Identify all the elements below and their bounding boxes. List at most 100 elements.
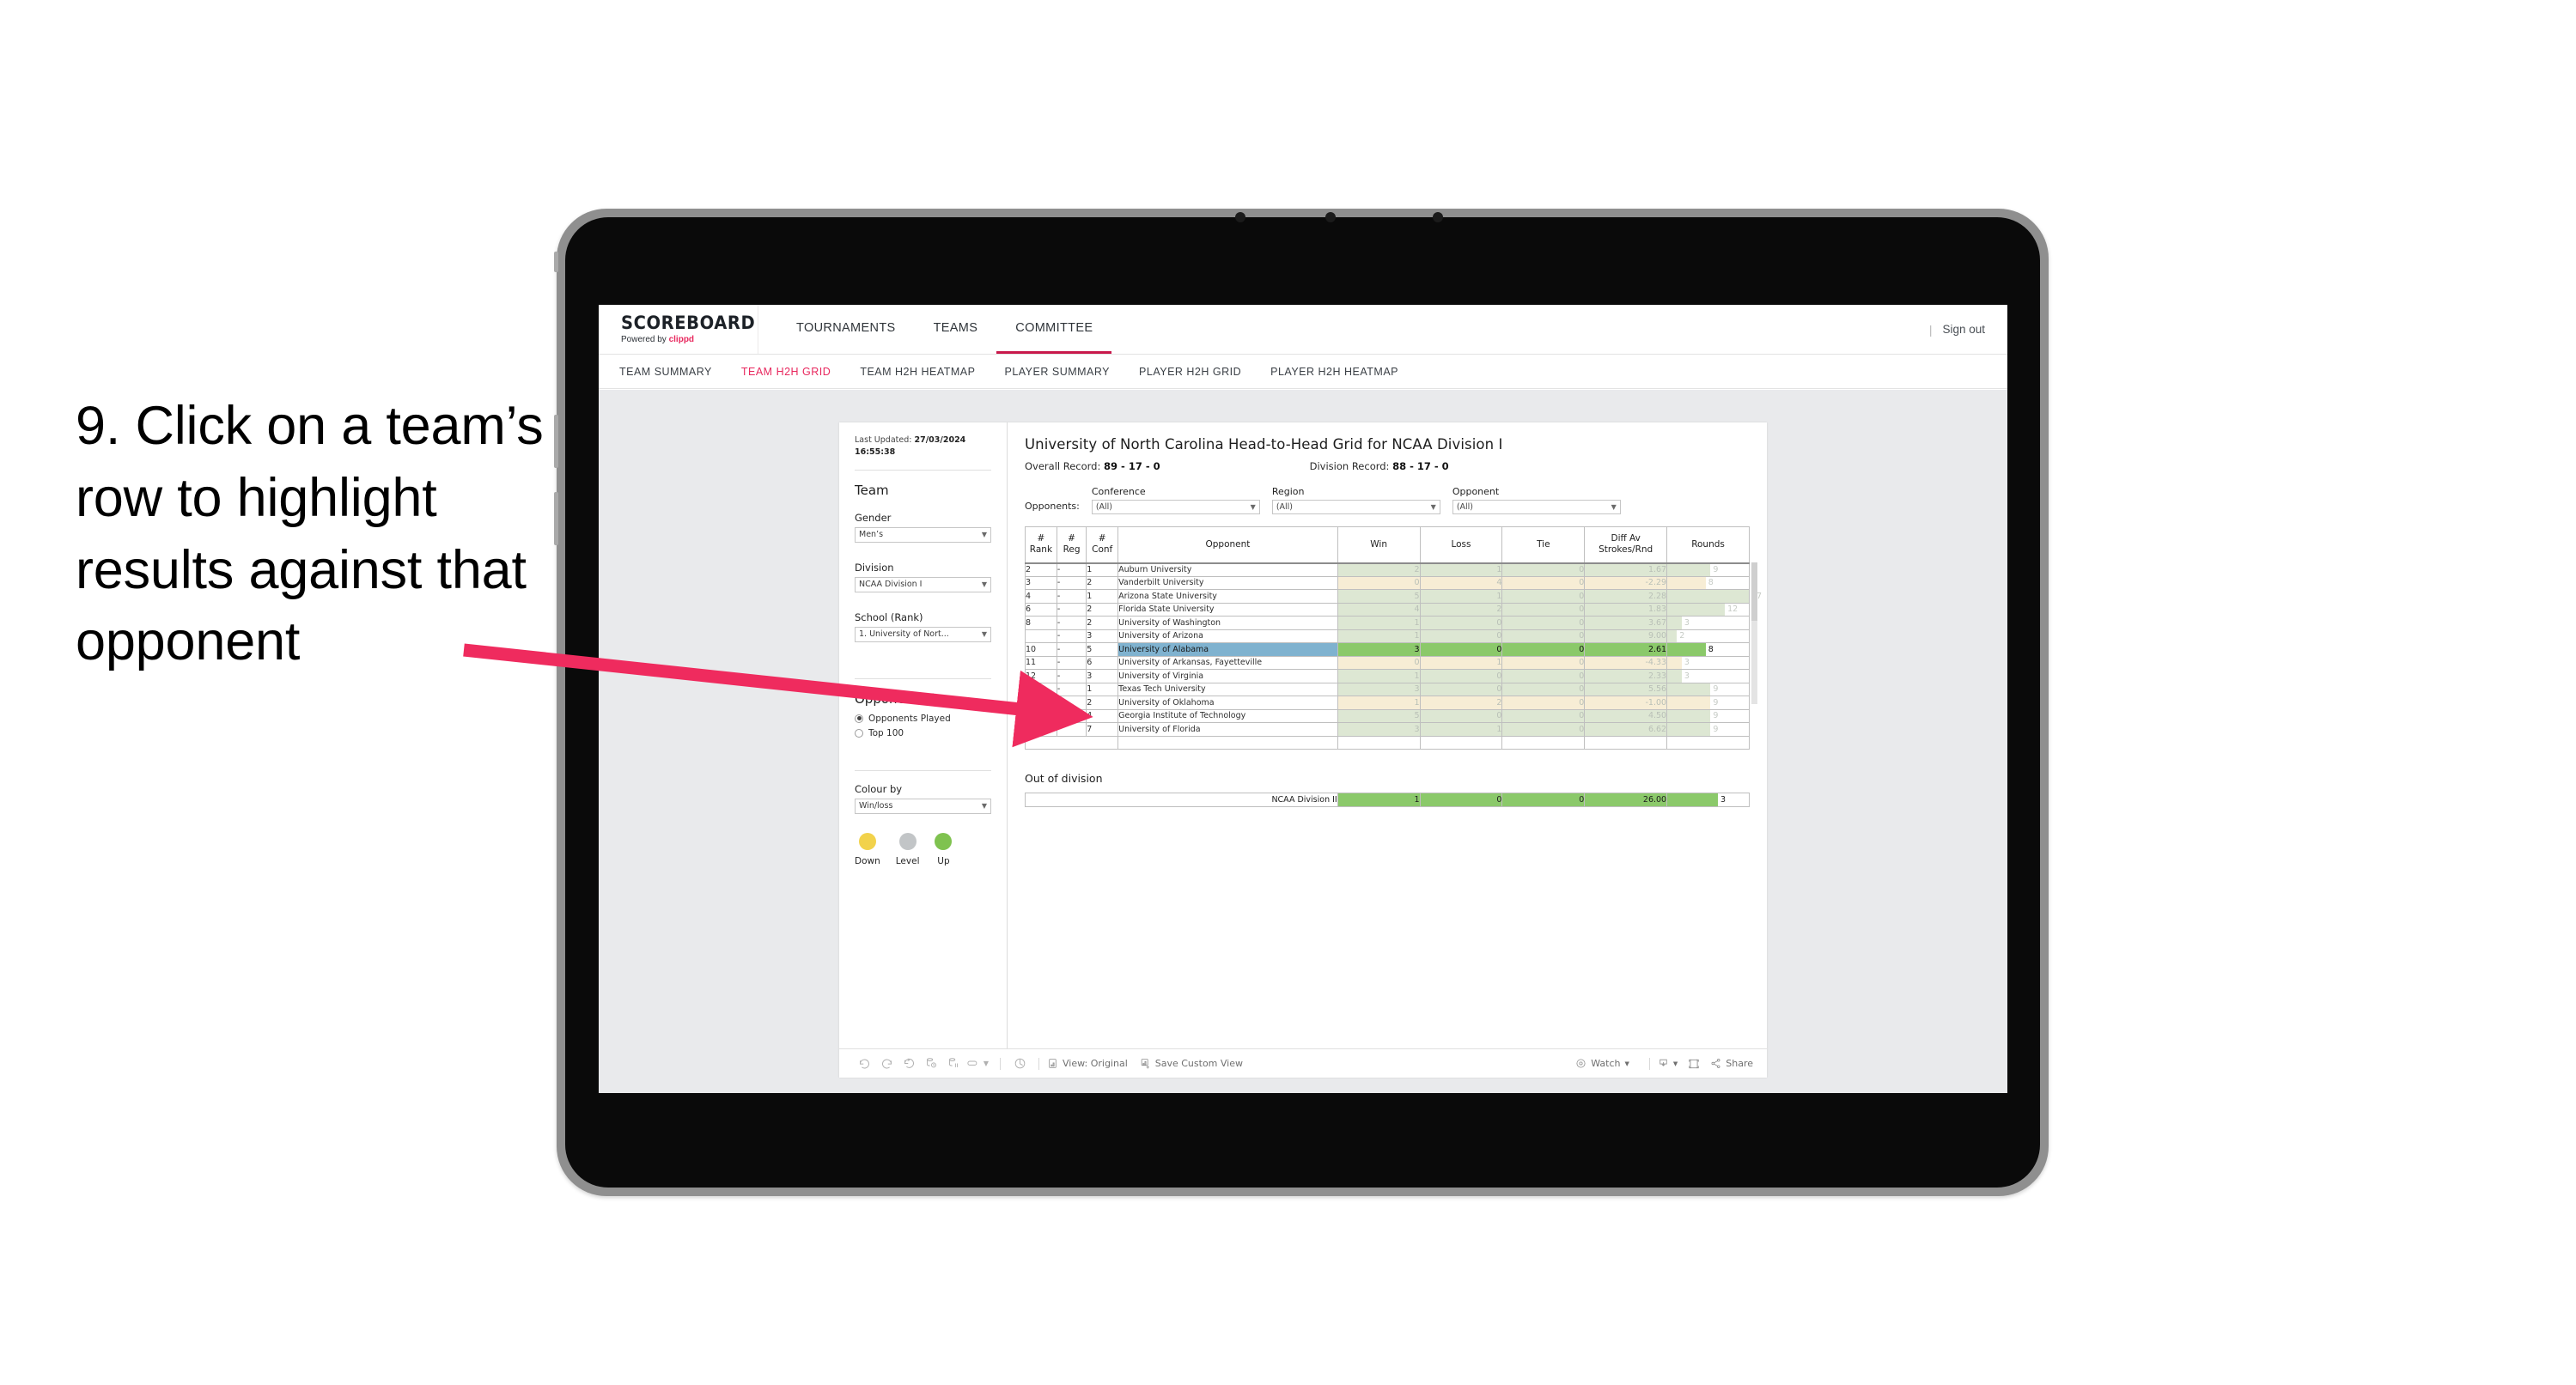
refresh-data-icon[interactable] bbox=[920, 1057, 942, 1070]
cell-tie: 0 bbox=[1501, 682, 1586, 696]
cell-tie: 0 bbox=[1501, 642, 1586, 657]
share-button[interactable]: Share bbox=[1710, 1058, 1753, 1069]
filler-cell bbox=[1025, 735, 1057, 750]
table-row[interactable]: 14-2 University of Oklahoma 1 2 0 -1.00 9 bbox=[1025, 696, 1750, 710]
cell-loss: 0 bbox=[1419, 682, 1503, 696]
filler-cell bbox=[1501, 735, 1586, 750]
chevron-down-icon[interactable]: ▼ bbox=[980, 1060, 992, 1067]
cell-conf: 5 bbox=[1086, 642, 1119, 657]
opponent-filters: Opponents: Conference (All) ▼ Region (Al… bbox=[1025, 486, 1750, 514]
table-row[interactable]: 16-7 University of Florida 3 1 0 6.62 9 bbox=[1025, 722, 1750, 737]
tablet-camera-2 bbox=[1325, 212, 1336, 222]
division-value: NCAA Division I bbox=[859, 580, 923, 589]
cell-diff: 4.50 bbox=[1584, 708, 1668, 723]
cell-win: 0 bbox=[1337, 575, 1421, 590]
rounds-bar bbox=[1667, 617, 1682, 629]
division-select[interactable]: NCAA Division I ▼ bbox=[855, 576, 991, 592]
revert-icon[interactable] bbox=[898, 1057, 920, 1070]
school-rank-label: School (Rank) bbox=[855, 610, 923, 623]
table-row[interactable]: 15-4 Georgia Institute of Technology 5 0 0 4.… bbox=[1025, 708, 1750, 723]
radio-opponents-played[interactable]: Opponents Played bbox=[855, 714, 991, 724]
radio-opponents-played-label: Opponents Played bbox=[868, 713, 951, 724]
chevron-down-icon: ▼ bbox=[1430, 503, 1436, 511]
grid-scrollbar-thumb[interactable] bbox=[1751, 562, 1757, 621]
opponent-view-heading: Opponent View bbox=[855, 690, 953, 707]
cell-rounds: 9 bbox=[1666, 562, 1750, 577]
undo-icon[interactable] bbox=[853, 1057, 875, 1070]
table-row[interactable]: -3 University of Arizona 1 0 0 9.00 2 bbox=[1025, 629, 1750, 643]
filter-region-value: (All) bbox=[1276, 502, 1294, 512]
filter-conference-select[interactable]: (All) ▼ bbox=[1091, 500, 1260, 514]
download-button[interactable]: ▼ bbox=[1658, 1058, 1678, 1069]
panel-divider-2 bbox=[855, 677, 991, 679]
grid-scrollbar-track[interactable] bbox=[1751, 562, 1757, 704]
h2h-grid-head: # Rank # Reg # Conf Opponent Win Loss Tie D… bbox=[1025, 526, 1750, 564]
cell-opponent: University of Arkansas, Fayetteville bbox=[1117, 655, 1338, 670]
rounds-value: 9 bbox=[1713, 565, 1719, 574]
rounds-value: 9 bbox=[1713, 724, 1719, 734]
colour-by-label: Colour by bbox=[855, 782, 903, 795]
table-row[interactable]: 2-1 Auburn University 2 1 0 1.67 9 bbox=[1025, 562, 1750, 577]
radio-icon-unselected bbox=[855, 728, 863, 738]
table-row[interactable]: 11-6 University of Arkansas, Fayetteville… bbox=[1025, 655, 1750, 670]
cell-win: 5 bbox=[1337, 708, 1421, 723]
sign-out-link[interactable]: Sign out bbox=[1942, 323, 1985, 336]
tab-player-h2h-grid[interactable]: PLAYER H2H GRID bbox=[1139, 366, 1241, 378]
table-row[interactable]: 8-2 University of Washington 1 0 0 3.67 3 bbox=[1025, 616, 1750, 630]
filter-region-select[interactable]: (All) ▼ bbox=[1271, 500, 1440, 514]
cell-opponent: Texas Tech University bbox=[1117, 682, 1338, 696]
tab-team-h2h-heatmap[interactable]: TEAM H2H HEATMAP bbox=[860, 366, 975, 378]
colour-by-select[interactable]: Win/loss ▼ bbox=[855, 798, 991, 814]
fullscreen-icon[interactable] bbox=[1683, 1058, 1705, 1070]
school-rank-select[interactable]: 1. University of Nort... ▼ bbox=[855, 626, 991, 642]
legend-dot-up bbox=[935, 832, 953, 850]
redo-icon[interactable] bbox=[875, 1057, 898, 1070]
tab-player-h2h-heatmap[interactable]: PLAYER H2H HEATMAP bbox=[1270, 366, 1398, 378]
app-screen: SCOREBOARD Powered by clippd TOURNAMENTS… bbox=[599, 305, 2007, 1093]
pause-auto-update-icon[interactable] bbox=[942, 1057, 965, 1070]
table-row[interactable]: 12-3 University of Virginia 1 0 0 2.33 3 bbox=[1025, 669, 1750, 683]
rounds-bar bbox=[1667, 576, 1706, 589]
watch-button[interactable]: Watch ▼ bbox=[1575, 1058, 1629, 1069]
cell-opponent: University of Florida bbox=[1117, 722, 1338, 737]
legend-dot-level bbox=[898, 832, 917, 850]
table-filler-row bbox=[1025, 735, 1750, 750]
radio-top-100[interactable]: Top 100 bbox=[855, 728, 991, 738]
clear-sheet-icon[interactable] bbox=[1008, 1057, 1031, 1070]
cell-tie: 0 bbox=[1501, 722, 1586, 737]
filler-cell bbox=[1117, 735, 1338, 750]
app-logo[interactable]: SCOREBOARD Powered by clippd bbox=[599, 305, 758, 354]
cell-reg: - bbox=[1056, 589, 1087, 604]
cell-loss: 0 bbox=[1419, 708, 1503, 723]
table-row[interactable]: 4-1Arizona State University5102.2817 bbox=[1025, 589, 1762, 604]
out-of-division-heading: Out of division bbox=[1025, 772, 1103, 785]
save-custom-view-button[interactable]: Save Custom View bbox=[1140, 1058, 1243, 1069]
tab-team-h2h-grid[interactable]: TEAM H2H GRID bbox=[741, 366, 831, 378]
filler-cell bbox=[1584, 735, 1668, 750]
cell-opponent: Florida State University bbox=[1117, 602, 1338, 617]
save-custom-view-label: Save Custom View bbox=[1154, 1058, 1243, 1069]
nav-tournaments[interactable]: TOURNAMENTS bbox=[777, 305, 915, 354]
nav-teams[interactable]: TEAMS bbox=[915, 305, 997, 354]
rounds-bar bbox=[1667, 563, 1711, 576]
filter-opponent-select[interactable]: (All) ▼ bbox=[1452, 500, 1621, 514]
table-row[interactable]: NCAA Division II 1 0 0 26.00 3 bbox=[1025, 793, 1750, 807]
records-row: Overall Record: 89 - 17 - 0 Division Rec… bbox=[1025, 460, 1750, 472]
cell-loss: 1 bbox=[1419, 562, 1503, 577]
pause-resume-icon[interactable] bbox=[965, 1057, 980, 1070]
cell-rank: 10 bbox=[1025, 642, 1057, 657]
cell-conf: 4 bbox=[1086, 708, 1119, 723]
dashboard-main: University of North Carolina Head-to-Hea… bbox=[1008, 422, 1767, 1048]
top-nav-links: TOURNAMENTS TEAMS COMMITTEE bbox=[777, 305, 1112, 354]
tab-team-summary[interactable]: TEAM SUMMARY bbox=[619, 366, 712, 378]
cell-diff: 1.67 bbox=[1584, 562, 1668, 577]
view-original-button[interactable]: View: Original bbox=[1047, 1058, 1128, 1069]
nav-committee[interactable]: COMMITTEE bbox=[996, 305, 1112, 354]
table-row[interactable]: 6-2 Florida State University 4 2 0 1.83 12 bbox=[1025, 602, 1750, 617]
tab-player-summary[interactable]: PLAYER SUMMARY bbox=[1004, 366, 1110, 378]
cell-rounds: 9 bbox=[1666, 722, 1750, 737]
table-row[interactable]: 13-1 Texas Tech University 3 0 0 5.56 9 bbox=[1025, 682, 1750, 696]
table-row[interactable]: 3-2 Vanderbilt University 0 4 0 -2.29 8 bbox=[1025, 575, 1750, 590]
table-row[interactable]: 10-5 University of Alabama 3 0 0 2.61 8 bbox=[1025, 642, 1750, 657]
gender-select[interactable]: Men’s ▼ bbox=[855, 526, 991, 543]
